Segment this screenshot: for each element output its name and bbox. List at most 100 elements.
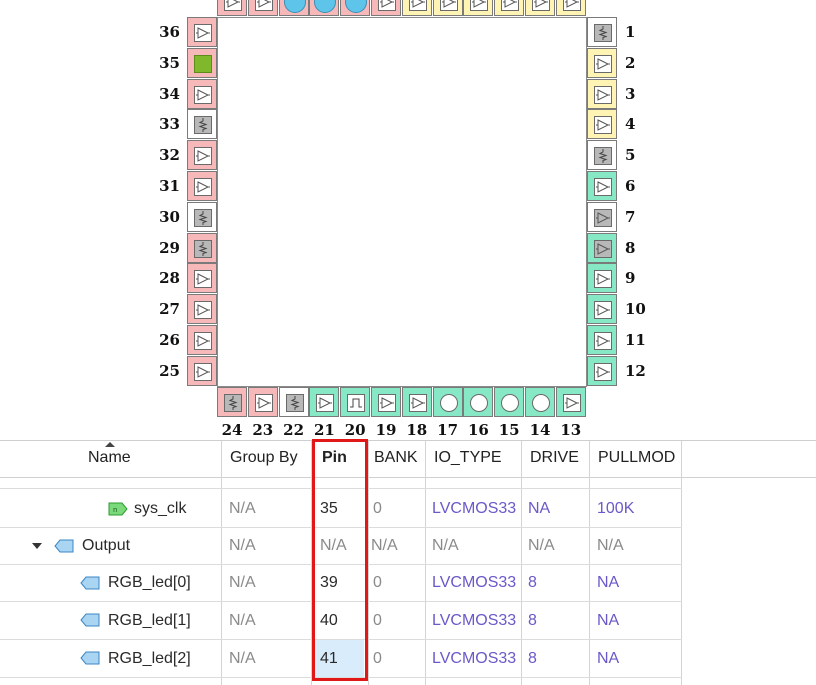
pin-36[interactable] [187,17,217,47]
buffer-icon [194,362,212,381]
io-type-value[interactable]: LVCMOS33 [432,499,516,519]
buffer-icon [224,0,242,11]
pin-14[interactable] [525,387,555,417]
pin-number-label: 23 [252,421,274,439]
pin-top-10[interactable] [525,0,555,16]
pin-10[interactable] [587,294,617,325]
buffer-icon [254,0,273,11]
pin-top-2[interactable] [278,0,309,16]
pin-top-5[interactable] [371,0,401,16]
pullmode-value[interactable]: NA [597,573,619,593]
pin-35[interactable] [187,47,217,78]
pin-top-8[interactable] [463,0,494,16]
pin-15[interactable] [494,387,525,417]
pin-column-highlight [312,439,368,681]
port-name: RGB_led[1] [108,612,191,629]
pin-top-4[interactable] [340,0,371,16]
collapse-arrow-icon[interactable] [32,543,42,549]
pin-16[interactable] [463,387,494,417]
io-type-value[interactable]: LVCMOS33 [432,649,516,669]
header-group-by[interactable]: Group By [230,449,298,467]
pin-number-label: 25 [159,361,180,380]
pin-2[interactable] [587,47,617,78]
header-bank[interactable]: BANK [374,449,418,467]
pullmode-value[interactable]: 100K [597,499,634,519]
buffer-icon [594,332,612,350]
header-io-type[interactable]: IO_TYPE [434,449,502,467]
port-table: Name Group By Pin BANK IO_TYPE DRIVE PUL… [0,439,816,685]
buffer-icon [501,0,520,11]
io-type-value[interactable]: LVCMOS33 [432,611,516,631]
drive-value[interactable]: NA [528,499,550,519]
pin-5[interactable] [587,140,617,171]
pin-number-label: 26 [159,331,180,349]
pin-3[interactable] [587,78,617,109]
pin-11[interactable] [587,325,617,355]
pin-24[interactable] [217,387,247,417]
header-name[interactable]: Name [88,449,131,467]
pin-29[interactable] [187,232,217,263]
pin-number-label: 1 [625,23,636,41]
pin-1[interactable] [587,17,617,47]
pin-21[interactable] [309,387,340,417]
pin-top-3[interactable] [309,0,340,16]
drive-value[interactable]: 8 [528,649,537,669]
port-name: RGB_led[2] [108,650,191,667]
pin-top-11[interactable] [555,0,586,16]
buffer-icon [408,0,427,11]
pin-22[interactable] [278,387,309,417]
pin-4[interactable] [587,109,617,140]
pin-number-label: 10 [625,300,646,319]
pin-top-9[interactable] [494,0,525,16]
sort-arrow-icon[interactable] [105,442,115,447]
pullmode-value[interactable]: NA [597,649,619,669]
pin-32[interactable] [187,140,217,171]
pin-number-label: 7 [625,207,636,226]
drive-value[interactable]: 8 [528,573,537,593]
pin-19[interactable] [371,387,401,417]
pin-30[interactable] [187,201,217,232]
pin-17[interactable] [432,387,463,417]
buffer-icon [378,394,396,412]
pin-33[interactable] [187,109,217,140]
buffer-icon [594,270,612,289]
pin-8[interactable] [587,232,617,263]
pin-31[interactable] [187,171,217,201]
pin-18[interactable] [401,387,432,417]
pin-26[interactable] [187,325,217,355]
pin-20[interactable] [340,387,371,417]
input-port-icon: n [108,502,128,516]
pin-top-1[interactable] [247,0,278,16]
pull-resistor-icon [194,116,212,135]
col-divider [425,441,426,685]
pin-top-6[interactable] [401,0,432,16]
pin-13[interactable] [555,387,586,417]
pull-resistor-icon [194,208,212,227]
table-header: Name Group By Pin BANK IO_TYPE DRIVE PUL… [0,441,816,478]
header-drive[interactable]: DRIVE [530,449,579,467]
drive-value[interactable]: 8 [528,611,537,631]
pin-28[interactable] [187,263,217,294]
pin-number-label: 31 [159,177,180,195]
pin-34[interactable] [187,78,217,109]
pin-number-label: 13 [560,421,582,439]
pin-7[interactable] [587,201,617,232]
pin-6[interactable] [587,171,617,201]
pin-number-label: 9 [625,269,636,288]
pin-12[interactable] [587,355,617,386]
pin-number-label: 4 [625,115,636,134]
pin-27[interactable] [187,294,217,325]
pin-top-0[interactable] [217,0,247,16]
pullmode-value[interactable]: NA [597,611,619,631]
buffer-icon [316,394,335,412]
col-divider [521,441,522,685]
pin-23[interactable] [247,387,278,417]
pin-25[interactable] [187,355,217,386]
header-pullmode[interactable]: PULLMOD [598,449,675,467]
buffer-icon [594,362,612,381]
col-divider [681,441,682,685]
pin-number-label: 30 [159,207,180,226]
io-type-value[interactable]: LVCMOS33 [432,573,516,593]
pin-9[interactable] [587,263,617,294]
pin-top-7[interactable] [432,0,463,16]
